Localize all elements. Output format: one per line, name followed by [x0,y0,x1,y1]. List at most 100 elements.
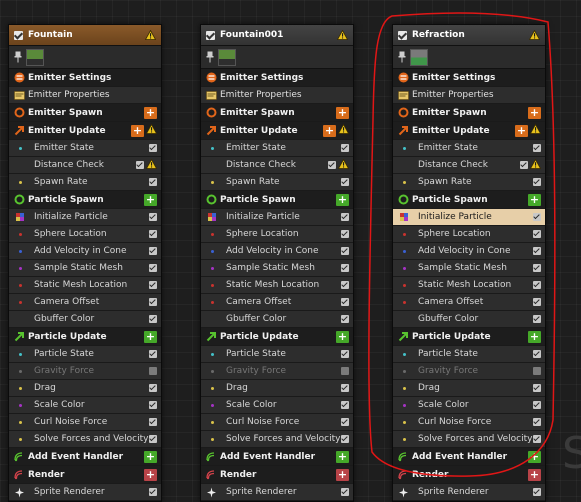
stack-group-header[interactable]: Particle Spawn + [393,191,545,209]
module-item[interactable]: Gbuffer Color [393,311,545,328]
module-enable-checkbox[interactable] [341,247,349,255]
module-item[interactable]: Sample Static Mesh [201,260,353,277]
module-enable-checkbox[interactable] [341,298,349,306]
module-enable-checkbox[interactable] [533,213,541,221]
emitter-card[interactable]: Fountain Emitter Settings Emitter Properti… [8,24,162,502]
module-item[interactable]: Emitter State [393,140,545,157]
module-item[interactable]: Gravity Force [393,363,545,380]
module-item[interactable]: Curl Noise Force [201,414,353,431]
module-enable-checkbox[interactable] [533,350,541,358]
module-item[interactable]: Emitter State [201,140,353,157]
module-item[interactable]: Gravity Force [9,363,161,380]
module-item[interactable]: Sphere Location [201,226,353,243]
module-item[interactable]: Static Mesh Location [9,277,161,294]
module-item[interactable]: Drag [393,380,545,397]
stack-group-header[interactable]: Add Event Handler + [9,448,161,466]
add-module-button[interactable]: + [144,450,157,463]
emitter-thumbnail[interactable] [26,48,44,66]
emitter-properties-item[interactable]: Emitter Properties [201,87,353,104]
module-enable-checkbox[interactable] [533,230,541,238]
emitter-thumbnail[interactable] [218,48,236,66]
module-enable-checkbox[interactable] [149,401,157,409]
module-item[interactable]: Initialize Particle [393,209,545,226]
stack-group-header[interactable]: Emitter Update + [201,122,353,140]
module-item[interactable]: Sphere Location [393,226,545,243]
add-module-button[interactable]: + [336,106,349,119]
module-enable-checkbox[interactable] [533,281,541,289]
module-enable-checkbox[interactable] [341,401,349,409]
module-item[interactable]: Scale Color [9,397,161,414]
module-enable-checkbox[interactable] [520,161,528,169]
stack-group-header[interactable]: Particle Update + [393,328,545,346]
emitter-enable-checkbox[interactable] [14,30,23,40]
module-item[interactable]: Particle State [9,346,161,363]
module-enable-checkbox[interactable] [533,144,541,152]
module-item[interactable]: Distance Check [201,157,353,174]
add-module-button[interactable]: + [144,106,157,119]
module-enable-checkbox[interactable] [533,488,541,496]
module-enable-checkbox[interactable] [149,298,157,306]
module-item[interactable]: Gbuffer Color [201,311,353,328]
module-enable-checkbox[interactable] [149,418,157,426]
emitter-header[interactable]: Fountain [9,25,161,46]
module-item[interactable]: Curl Noise Force [393,414,545,431]
stack-group-header[interactable]: Emitter Settings [393,69,545,87]
add-module-button[interactable]: + [336,450,349,463]
stack-group-header[interactable]: Particle Update + [9,328,161,346]
module-item[interactable]: Camera Offset [393,294,545,311]
module-enable-checkbox[interactable] [149,350,157,358]
stack-group-header[interactable]: Emitter Spawn + [201,104,353,122]
emitter-enable-checkbox[interactable] [398,30,407,40]
stack-group-header[interactable]: Emitter Spawn + [9,104,161,122]
emitter-card[interactable]: Fountain001 Emitter Settings Emitter Prope… [200,24,354,502]
add-module-button[interactable]: + [144,468,157,481]
module-enable-checkbox[interactable] [533,264,541,272]
module-enable-checkbox[interactable] [533,384,541,392]
module-enable-checkbox[interactable] [341,281,349,289]
pin-icon[interactable] [398,51,406,63]
module-item[interactable]: Scale Color [393,397,545,414]
module-enable-checkbox[interactable] [136,161,144,169]
module-enable-checkbox[interactable] [149,178,157,186]
module-enable-checkbox[interactable] [149,367,157,375]
add-module-button[interactable]: + [336,193,349,206]
module-item[interactable]: Sphere Location [9,226,161,243]
module-enable-checkbox[interactable] [341,435,349,443]
module-enable-checkbox[interactable] [533,418,541,426]
module-enable-checkbox[interactable] [149,488,157,496]
add-module-button[interactable]: + [528,330,541,343]
module-item[interactable]: Distance Check [393,157,545,174]
add-module-button[interactable]: + [144,330,157,343]
module-enable-checkbox[interactable] [341,350,349,358]
module-item[interactable]: Drag [201,380,353,397]
module-enable-checkbox[interactable] [533,247,541,255]
module-enable-checkbox[interactable] [341,315,349,323]
emitter-header[interactable]: Refraction [393,25,545,46]
module-enable-checkbox[interactable] [533,435,541,443]
module-item[interactable]: Particle State [201,346,353,363]
module-enable-checkbox[interactable] [149,264,157,272]
module-item[interactable]: Spawn Rate [393,174,545,191]
stack-group-header[interactable]: Add Event Handler + [201,448,353,466]
stack-group-header[interactable]: Particle Update + [201,328,353,346]
module-enable-checkbox[interactable] [341,488,349,496]
module-item[interactable]: Initialize Particle [201,209,353,226]
module-enable-checkbox[interactable] [149,384,157,392]
module-enable-checkbox[interactable] [341,418,349,426]
stack-group-header[interactable]: Emitter Update + [9,122,161,140]
module-item[interactable]: Add Velocity in Cone [201,243,353,260]
module-item[interactable]: Gravity Force [201,363,353,380]
stack-group-header[interactable]: Emitter Update + [393,122,545,140]
module-enable-checkbox[interactable] [341,213,349,221]
add-module-button[interactable]: + [528,106,541,119]
stack-group-header[interactable]: Render + [9,466,161,484]
module-enable-checkbox[interactable] [341,384,349,392]
module-item[interactable]: Particle State [393,346,545,363]
add-module-button[interactable]: + [131,124,144,137]
stack-group-header[interactable]: Particle Spawn + [201,191,353,209]
module-enable-checkbox[interactable] [533,298,541,306]
module-enable-checkbox[interactable] [533,367,541,375]
add-module-button[interactable]: + [515,124,528,137]
add-module-button[interactable]: + [528,468,541,481]
module-item[interactable]: Static Mesh Location [201,277,353,294]
